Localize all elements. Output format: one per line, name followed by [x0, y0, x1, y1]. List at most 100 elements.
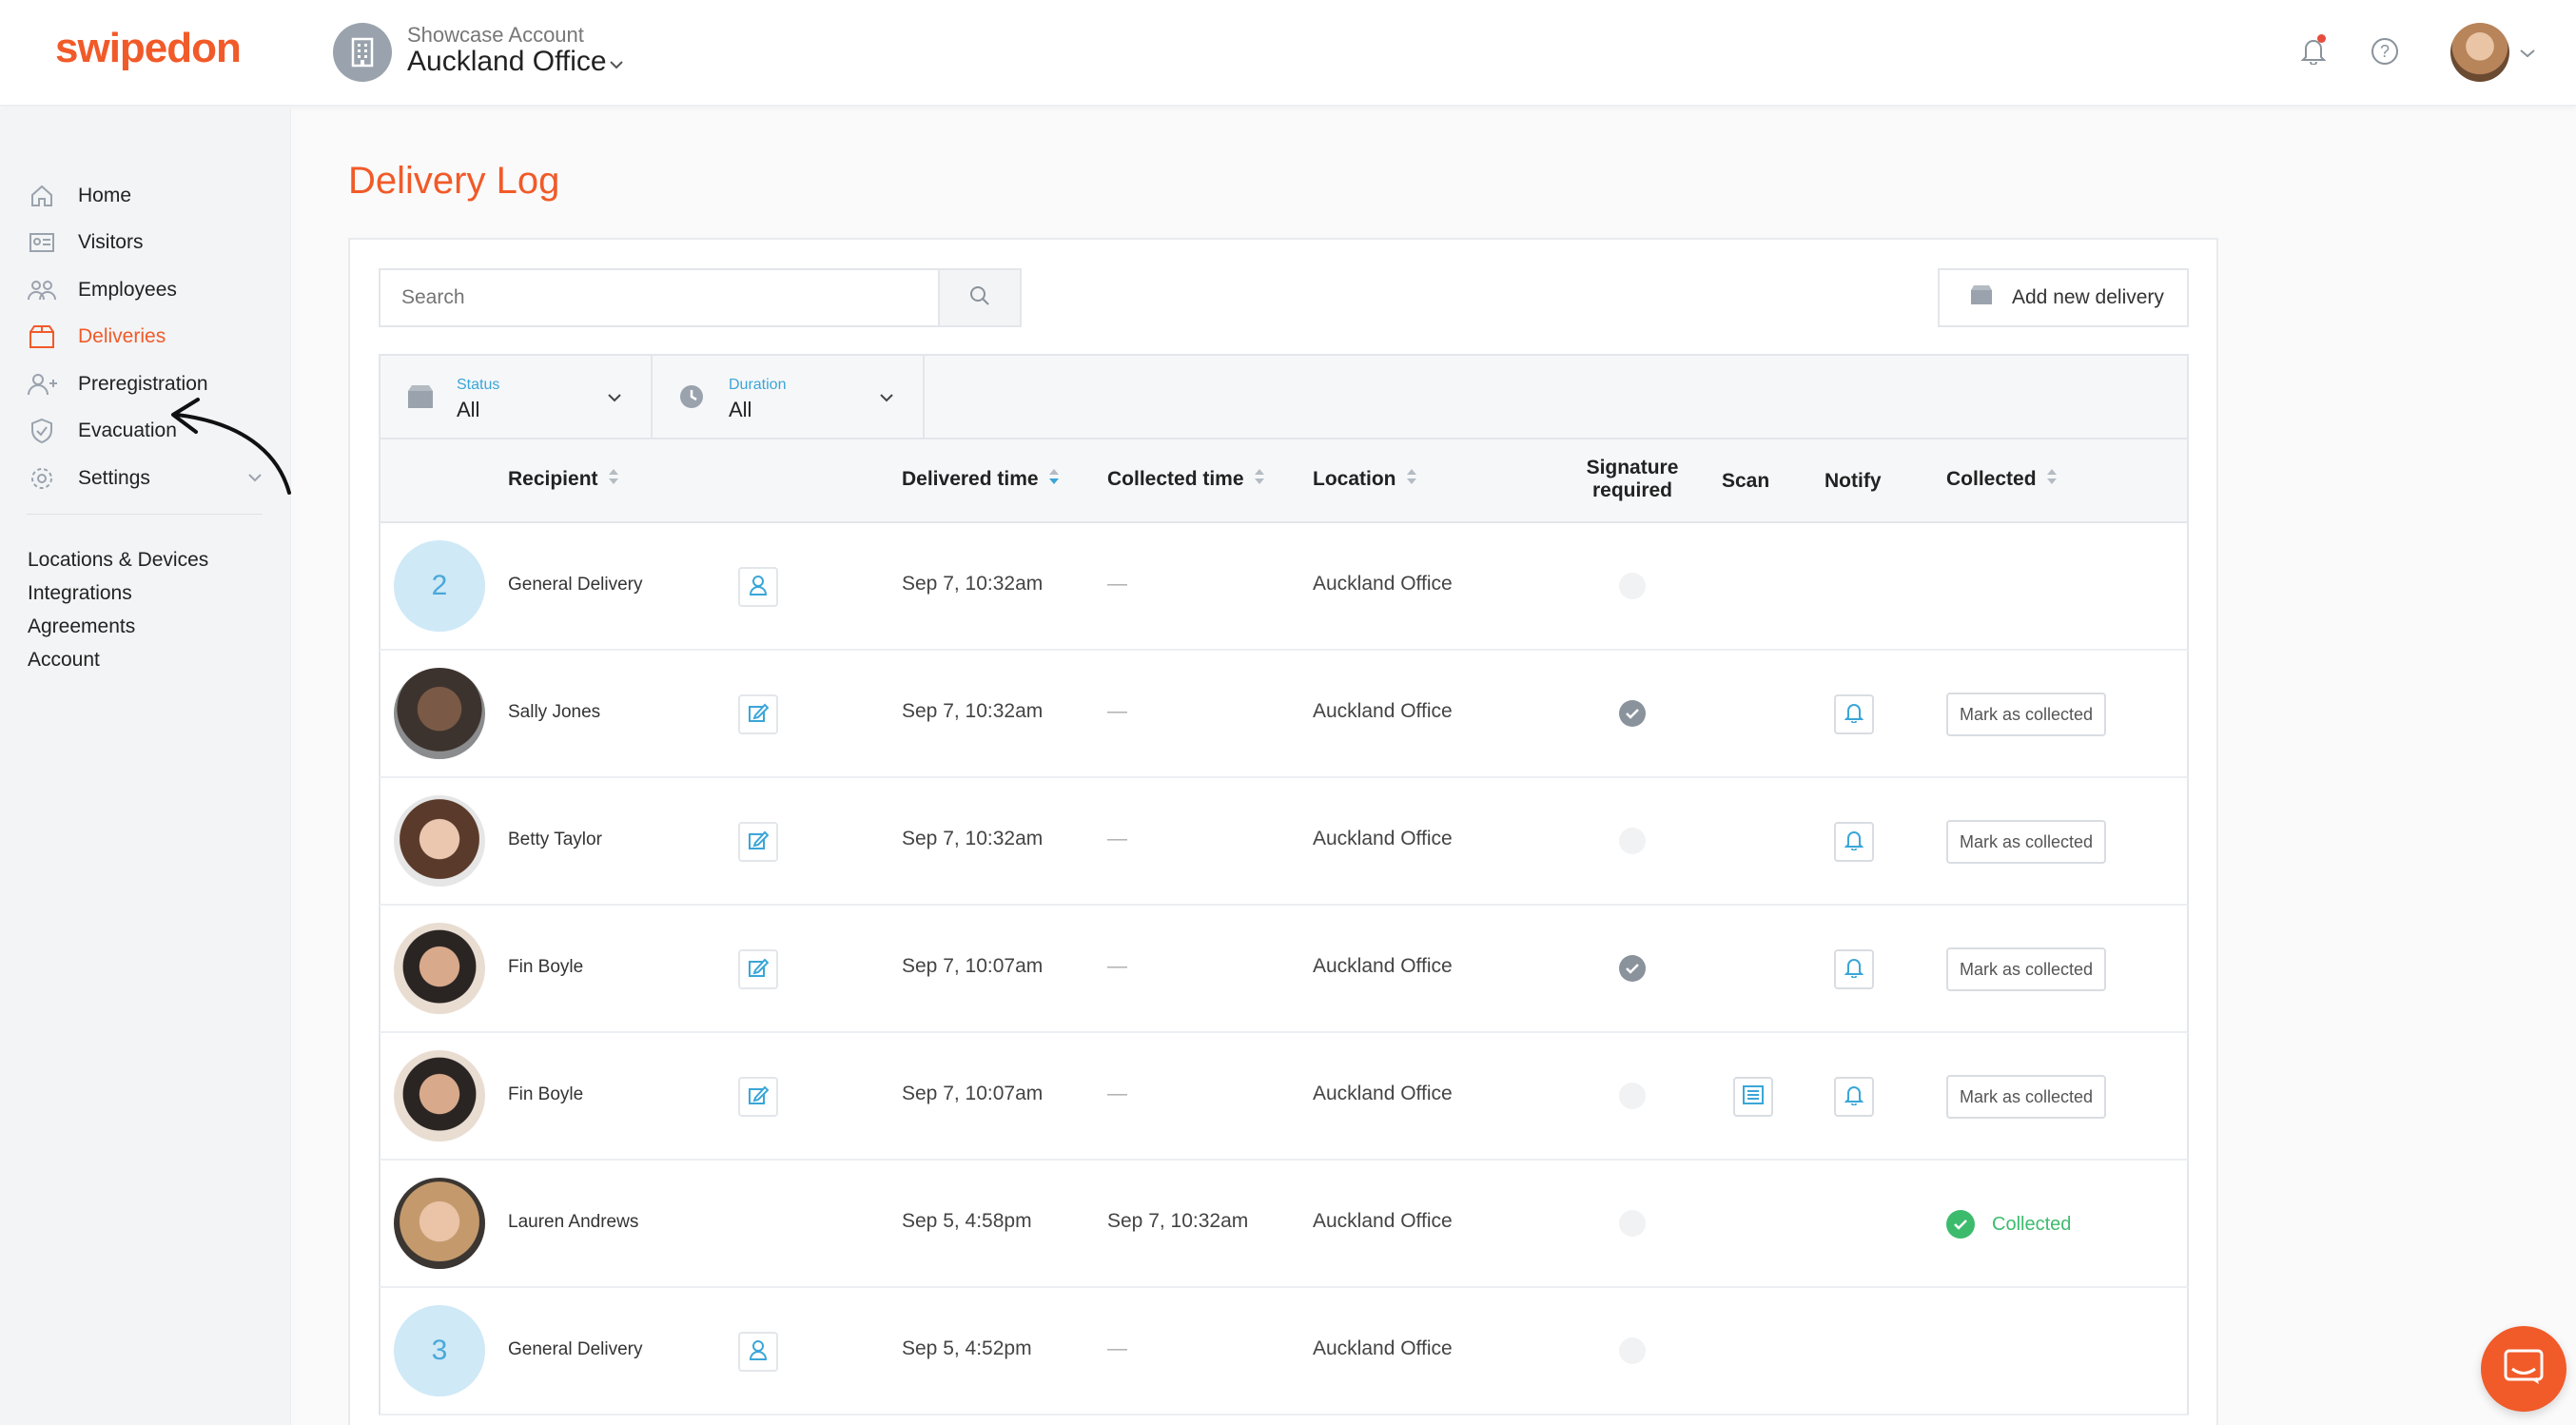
id-card-icon	[27, 227, 57, 258]
column-notify: Notify	[1825, 470, 1882, 492]
delivered-time: Sep 7, 10:32am	[902, 700, 1044, 722]
column-scan: Scan	[1722, 470, 1770, 492]
add-new-delivery-button[interactable]: Add new delivery	[1938, 268, 2189, 327]
chat-launcher-button[interactable]	[2481, 1326, 2566, 1412]
sidebar-item-label: Employees	[78, 279, 177, 301]
link-integrations[interactable]: Integrations	[28, 582, 132, 605]
column-location[interactable]: Location	[1313, 468, 1417, 491]
chevron-down-icon[interactable]	[607, 390, 622, 407]
collected-time: —	[1107, 955, 1127, 977]
sort-icon[interactable]	[1254, 468, 1265, 491]
duration-filter[interactable]: Duration All	[653, 356, 925, 438]
notify-button[interactable]	[1834, 822, 1874, 862]
sidebar-item-deliveries[interactable]: Deliveries	[0, 316, 291, 358]
status-filter[interactable]: Status All	[381, 356, 653, 438]
recipient-avatar	[394, 1178, 485, 1269]
recipient-avatar	[394, 923, 485, 1014]
sidebar-item-home[interactable]: Home	[0, 175, 291, 217]
mark-as-collected-button[interactable]: Mark as collected	[1946, 693, 2106, 736]
assign-recipient-button[interactable]	[738, 567, 778, 607]
location-switcher[interactable]: Auckland Office	[407, 46, 607, 78]
edit-delivery-button[interactable]	[738, 949, 778, 989]
table-row[interactable]: Fin Boyle Sep 7, 10:07am — Auckland Offi…	[379, 1033, 2189, 1161]
sort-icon[interactable]	[2046, 468, 2058, 491]
column-recipient[interactable]: Recipient	[508, 468, 619, 491]
location: Auckland Office	[1313, 828, 1453, 849]
location: Auckland Office	[1313, 1083, 1453, 1104]
link-locations-devices[interactable]: Locations & Devices	[28, 549, 208, 572]
sidebar: Home Visitors Employees Deliveries Prere…	[0, 108, 291, 1425]
filter-bar: Status All Duration All	[379, 354, 2189, 439]
table-row[interactable]: 2 General Delivery Sep 7, 10:32am — Auck…	[379, 523, 2189, 651]
location: Auckland Office	[1313, 1337, 1453, 1359]
recipient-name: Fin Boyle	[508, 957, 584, 977]
help-icon[interactable]: ?	[2371, 38, 2398, 65]
chat-icon	[2503, 1348, 2545, 1391]
link-agreements[interactable]: Agreements	[28, 615, 135, 638]
location: Auckland Office	[1313, 955, 1453, 977]
scan-document-icon	[1743, 1084, 1764, 1109]
location: Auckland Office	[1313, 700, 1453, 722]
column-collected-time[interactable]: Collected time	[1107, 468, 1265, 491]
sort-icon[interactable]	[608, 468, 619, 491]
user-avatar[interactable]	[2450, 23, 2509, 82]
edit-icon	[748, 702, 770, 728]
table-row[interactable]: Sally Jones Sep 7, 10:32am — Auckland Of…	[379, 651, 2189, 778]
person-add-icon	[27, 369, 57, 400]
table-row[interactable]: 3 General Delivery Sep 5, 4:52pm — Auckl…	[379, 1288, 2189, 1415]
location: Auckland Office	[1313, 1210, 1453, 1232]
table-row[interactable]: Betty Taylor Sep 7, 10:32am — Auckland O…	[379, 778, 2189, 906]
search-input[interactable]	[379, 268, 940, 327]
gear-icon	[27, 463, 57, 494]
table-row[interactable]: Lauren Andrews Sep 5, 4:58pm Sep 7, 10:3…	[379, 1161, 2189, 1288]
sidebar-item-label: Evacuation	[78, 420, 177, 441]
account-label: Showcase Account	[407, 23, 584, 47]
scan-button[interactable]	[1733, 1077, 1773, 1117]
notify-button[interactable]	[1834, 1077, 1874, 1117]
swipedon-logo[interactable]: swipedon	[55, 25, 242, 72]
link-account[interactable]: Account	[28, 649, 100, 672]
signature-off-icon	[1619, 1337, 1646, 1364]
assign-recipient-button[interactable]	[738, 1332, 778, 1372]
column-collected[interactable]: Collected	[1946, 468, 2058, 491]
column-delivered-time[interactable]: Delivered time	[902, 468, 1060, 491]
table-row[interactable]: Fin Boyle Sep 7, 10:07am — Auckland Offi…	[379, 906, 2189, 1033]
column-signature-required: Signature required	[1586, 457, 1679, 501]
signature-off-icon	[1619, 1083, 1646, 1109]
sidebar-item-employees[interactable]: Employees	[0, 269, 291, 311]
edit-icon	[748, 957, 770, 983]
sidebar-divider	[27, 514, 263, 515]
edit-icon	[748, 830, 770, 855]
edit-icon	[748, 1084, 770, 1110]
mark-as-collected-button[interactable]: Mark as collected	[1946, 947, 2106, 991]
sort-icon[interactable]	[1406, 468, 1417, 491]
annotation-arrow	[171, 398, 291, 495]
duration-filter-value: All	[729, 398, 752, 421]
collected-time: Sep 7, 10:32am	[1107, 1210, 1249, 1232]
mark-as-collected-button[interactable]: Mark as collected	[1946, 820, 2106, 864]
edit-delivery-button[interactable]	[738, 1077, 778, 1117]
chevron-down-icon[interactable]	[2519, 46, 2536, 63]
collected-time: —	[1107, 828, 1127, 849]
notify-button[interactable]	[1834, 694, 1874, 734]
edit-delivery-button[interactable]	[738, 694, 778, 734]
notify-button[interactable]	[1834, 949, 1874, 989]
recipient-name: General Delivery	[508, 575, 643, 595]
add-button-label: Add new delivery	[2012, 286, 2164, 308]
sort-icon[interactable]	[1048, 468, 1060, 491]
duration-filter-label: Duration	[729, 377, 787, 393]
box-icon	[1970, 284, 1993, 311]
signature-off-icon	[1619, 828, 1646, 854]
edit-delivery-button[interactable]	[738, 822, 778, 862]
recipient-avatar	[394, 795, 485, 887]
sidebar-item-visitors[interactable]: Visitors	[0, 222, 291, 264]
recipient-name: General Delivery	[508, 1339, 643, 1359]
table-header: Recipient Delivered time Collected time …	[379, 439, 2189, 523]
building-icon[interactable]	[333, 23, 392, 82]
chevron-down-icon[interactable]	[879, 390, 894, 407]
chevron-down-icon[interactable]	[609, 57, 624, 74]
sidebar-item-label: Deliveries	[78, 325, 166, 347]
mark-as-collected-button[interactable]: Mark as collected	[1946, 1075, 2106, 1119]
collected-time: —	[1107, 700, 1127, 722]
search-button[interactable]	[938, 268, 1022, 327]
